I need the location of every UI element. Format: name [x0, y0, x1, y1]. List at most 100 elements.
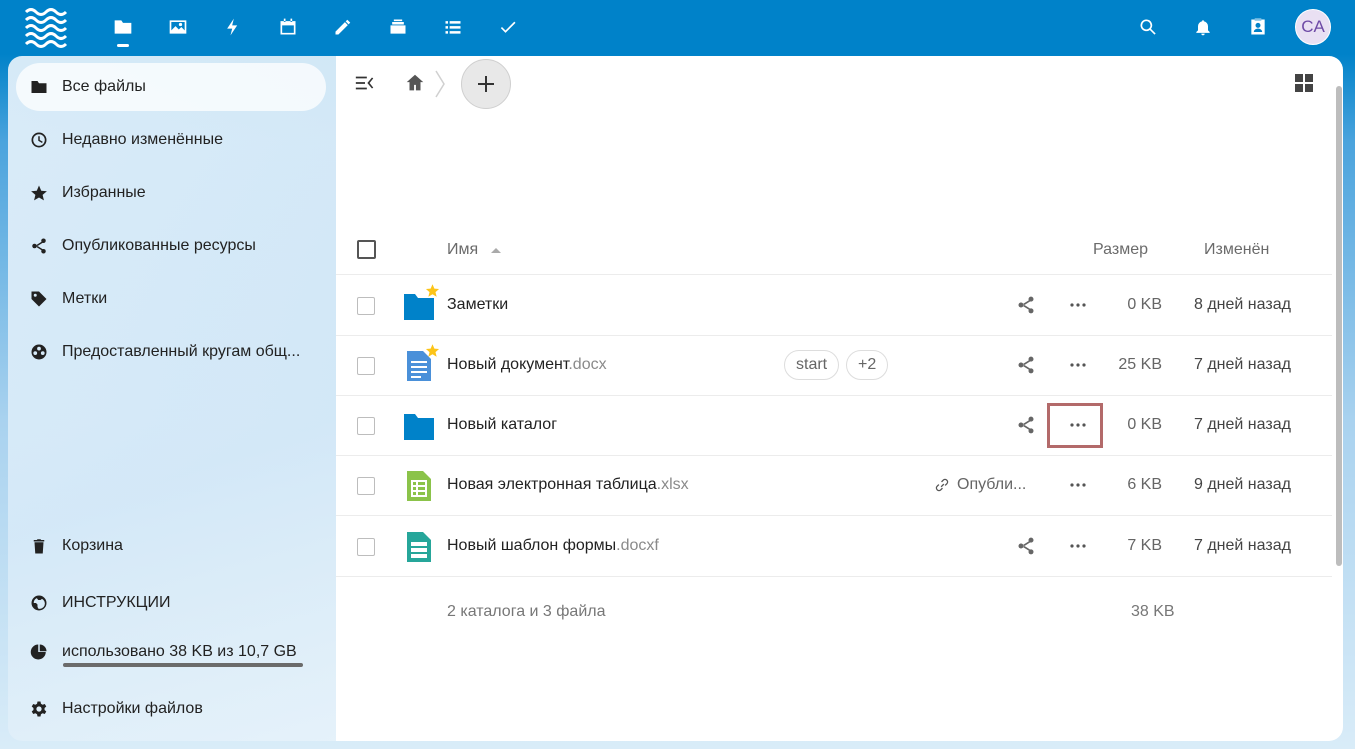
file-basename: Новый каталог: [447, 416, 558, 433]
activity-app-link[interactable]: [205, 0, 260, 54]
share-icon[interactable]: [1016, 355, 1036, 375]
sort-by-size[interactable]: Размер: [1093, 241, 1148, 259]
notes-icon: [335, 19, 350, 35]
tag-icon: [16, 290, 62, 308]
files-app-link[interactable]: [95, 0, 150, 54]
share-icon: [16, 237, 62, 255]
file-modified: 7 дней назад: [1194, 356, 1291, 373]
actions-menu-button[interactable]: [1066, 353, 1090, 377]
gear-icon: [16, 700, 62, 718]
file-name[interactable]: Новый документ.docx: [447, 335, 607, 395]
app-navigation: [95, 0, 535, 54]
actions-menu-button[interactable]: [1066, 534, 1090, 558]
sort-by-name[interactable]: Имя: [447, 241, 501, 259]
nav-label: Метки: [62, 290, 108, 307]
home-icon[interactable]: [404, 72, 426, 94]
photos-app-link[interactable]: [150, 0, 205, 54]
nav-instructions[interactable]: ИНСТРУКЦИИ: [16, 579, 326, 627]
nav-file-settings[interactable]: Настройки файлов: [16, 685, 326, 733]
file-row-new-document[interactable]: Новый документ.docx start +2 25 KB 7 дне…: [336, 335, 1332, 396]
public-link-indicator[interactable]: Опубли...: [934, 455, 1026, 515]
file-row-notes-folder[interactable]: Заметки 0 KB 8 дней назад: [336, 275, 1332, 336]
notes-app-link[interactable]: [315, 0, 370, 54]
checkmark-app-link[interactable]: [480, 0, 535, 54]
contacts-button[interactable]: [1230, 0, 1285, 54]
nav-circles[interactable]: Предоставленный кругам общ...: [16, 328, 326, 376]
folder-icon: [404, 414, 434, 440]
globe-icon: [16, 594, 62, 612]
deck-app-link[interactable]: [370, 0, 425, 54]
nav-quota[interactable]: использовано 38 KB из 10,7 GB: [16, 628, 326, 676]
file-modified: 7 дней назад: [1194, 537, 1291, 554]
plus-icon: [478, 76, 494, 92]
nav-all-files[interactable]: Все файлы: [16, 63, 326, 111]
star-icon: [16, 184, 62, 202]
file-name[interactable]: Новая электронная таблица.xlsx: [447, 455, 689, 515]
row-checkbox[interactable]: [357, 357, 375, 375]
nav-label: Корзина: [62, 537, 123, 554]
actions-menu-button[interactable]: [1066, 473, 1090, 497]
more-dots-icon: [1070, 483, 1086, 487]
sort-by-modified[interactable]: Изменён: [1204, 241, 1269, 259]
new-file-button[interactable]: [461, 59, 511, 109]
nextcloud-logo[interactable]: [24, 6, 70, 48]
row-checkbox[interactable]: [357, 417, 375, 435]
file-modified: 8 дней назад: [1194, 296, 1291, 313]
more-tags-pill[interactable]: +2: [846, 350, 889, 380]
file-size: 7 KB: [1127, 537, 1162, 554]
nav-label: Опубликованные ресурсы: [62, 237, 256, 254]
share-icon[interactable]: [1016, 295, 1036, 315]
nav-tags[interactable]: Метки: [16, 275, 326, 323]
file-basename: Заметки: [447, 296, 509, 313]
calendar-app-link[interactable]: [260, 0, 315, 54]
deck-icon: [390, 19, 405, 34]
files-total-size: 38 KB: [1131, 603, 1175, 620]
file-modified: 7 дней назад: [1194, 416, 1291, 433]
nav-favorites[interactable]: Избранные: [16, 169, 326, 217]
user-avatar[interactable]: CA: [1295, 9, 1331, 45]
row-checkbox[interactable]: [357, 297, 375, 315]
file-extension: .docxf: [616, 537, 659, 554]
tag-pill[interactable]: start: [784, 350, 840, 380]
nav-shares[interactable]: Опубликованные ресурсы: [16, 222, 326, 270]
clock-icon: [16, 131, 62, 149]
nav-label: Недавно изменённые: [62, 131, 223, 148]
nav-label: Настройки файлов: [62, 700, 203, 717]
share-icon[interactable]: [1016, 536, 1036, 556]
sort-ascending-icon: [490, 247, 501, 253]
nav-trash[interactable]: Корзина: [16, 522, 326, 570]
file-table-header: Имя Размер Изменён: [336, 226, 1332, 275]
tasks-app-link[interactable]: [425, 0, 480, 54]
tasks-list-icon: [445, 21, 460, 34]
file-name[interactable]: Новый шаблон формы.docxf: [447, 516, 659, 576]
header-right: CA: [1120, 0, 1355, 54]
file-row-new-spreadsheet[interactable]: Новая электронная таблица.xlsx Опубли...…: [336, 455, 1332, 516]
row-checkbox[interactable]: [357, 538, 375, 556]
file-row-new-form-template[interactable]: Новый шаблон формы.docxf 7 KB 7 дней наз…: [336, 516, 1332, 577]
actions-menu-button[interactable]: [1066, 293, 1090, 317]
file-name[interactable]: Заметки: [447, 275, 508, 335]
pie-icon: [16, 643, 62, 661]
activity-icon: [226, 18, 237, 36]
row-checkbox[interactable]: [357, 477, 375, 495]
search-button[interactable]: [1120, 0, 1175, 54]
file-size: 6 KB: [1127, 476, 1162, 493]
notifications-button[interactable]: [1175, 0, 1230, 54]
top-bar: CA: [0, 0, 1355, 54]
file-basename: Новая электронная таблица: [447, 476, 657, 493]
toggle-navigation-icon[interactable]: [354, 72, 376, 94]
grid-view-toggle-icon[interactable]: [1295, 74, 1313, 92]
file-name[interactable]: Новый каталог: [447, 395, 557, 455]
active-app-indicator: [116, 44, 129, 47]
nav-recent[interactable]: Недавно изменённые: [16, 116, 326, 164]
favorite-star-icon: [425, 284, 440, 297]
scrollbar[interactable]: [1336, 86, 1342, 566]
file-modified: 9 дней назад: [1194, 476, 1291, 493]
file-row-new-folder[interactable]: Новый каталог 0 KB 7 дней назад: [336, 395, 1332, 456]
circles-icon: [16, 343, 62, 361]
nav-label: ИНСТРУКЦИИ: [62, 594, 171, 611]
search-icon: [1140, 19, 1156, 35]
select-all-checkbox[interactable]: [357, 240, 376, 259]
share-icon[interactable]: [1016, 415, 1036, 435]
folder-icon: [16, 78, 62, 96]
